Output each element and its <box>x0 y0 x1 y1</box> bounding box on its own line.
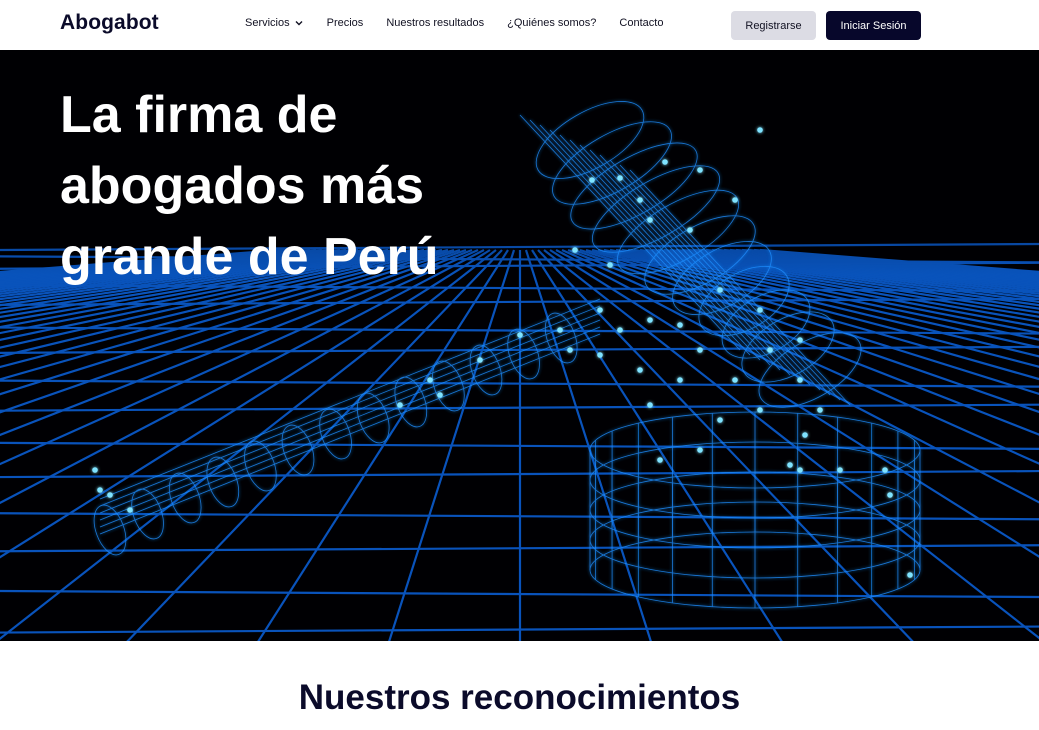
register-button[interactable]: Registrarse <box>731 11 816 40</box>
hero-section: La firma de abogados más grande de Perú <box>0 50 1039 641</box>
nav-item-contacto[interactable]: Contacto <box>619 17 663 29</box>
hero-title-line: grande de Perú <box>60 228 439 286</box>
top-navbar: Abogabot Servicios Precios Nuestros resu… <box>0 0 1039 50</box>
nav-item-label: Servicios <box>245 17 290 29</box>
nav-item-resultados[interactable]: Nuestros resultados <box>386 17 484 29</box>
nav-item-servicios[interactable]: Servicios <box>245 17 304 29</box>
nav-item-label: ¿Quiénes somos? <box>507 17 597 29</box>
section-title: Nuestros reconocimientos <box>298 678 741 717</box>
hero-title-line: abogados más <box>60 157 425 215</box>
hero-title: La firma de abogados más grande de Perú <box>60 80 500 293</box>
hero-title-line: La firma de <box>60 86 338 144</box>
main-nav: Servicios Precios Nuestros resultados ¿Q… <box>245 17 686 29</box>
logo[interactable]: Abogabot <box>60 11 159 35</box>
nav-item-label: Nuestros resultados <box>386 17 485 29</box>
chevron-down-icon <box>295 21 303 26</box>
nav-item-precios[interactable]: Precios <box>327 17 364 29</box>
nav-item-label: Precios <box>326 17 364 29</box>
nav-item-label: Contacto <box>619 17 664 29</box>
login-button[interactable]: Iniciar Sesión <box>826 11 921 40</box>
nav-item-quienes-somos[interactable]: ¿Quiénes somos? <box>507 17 596 29</box>
